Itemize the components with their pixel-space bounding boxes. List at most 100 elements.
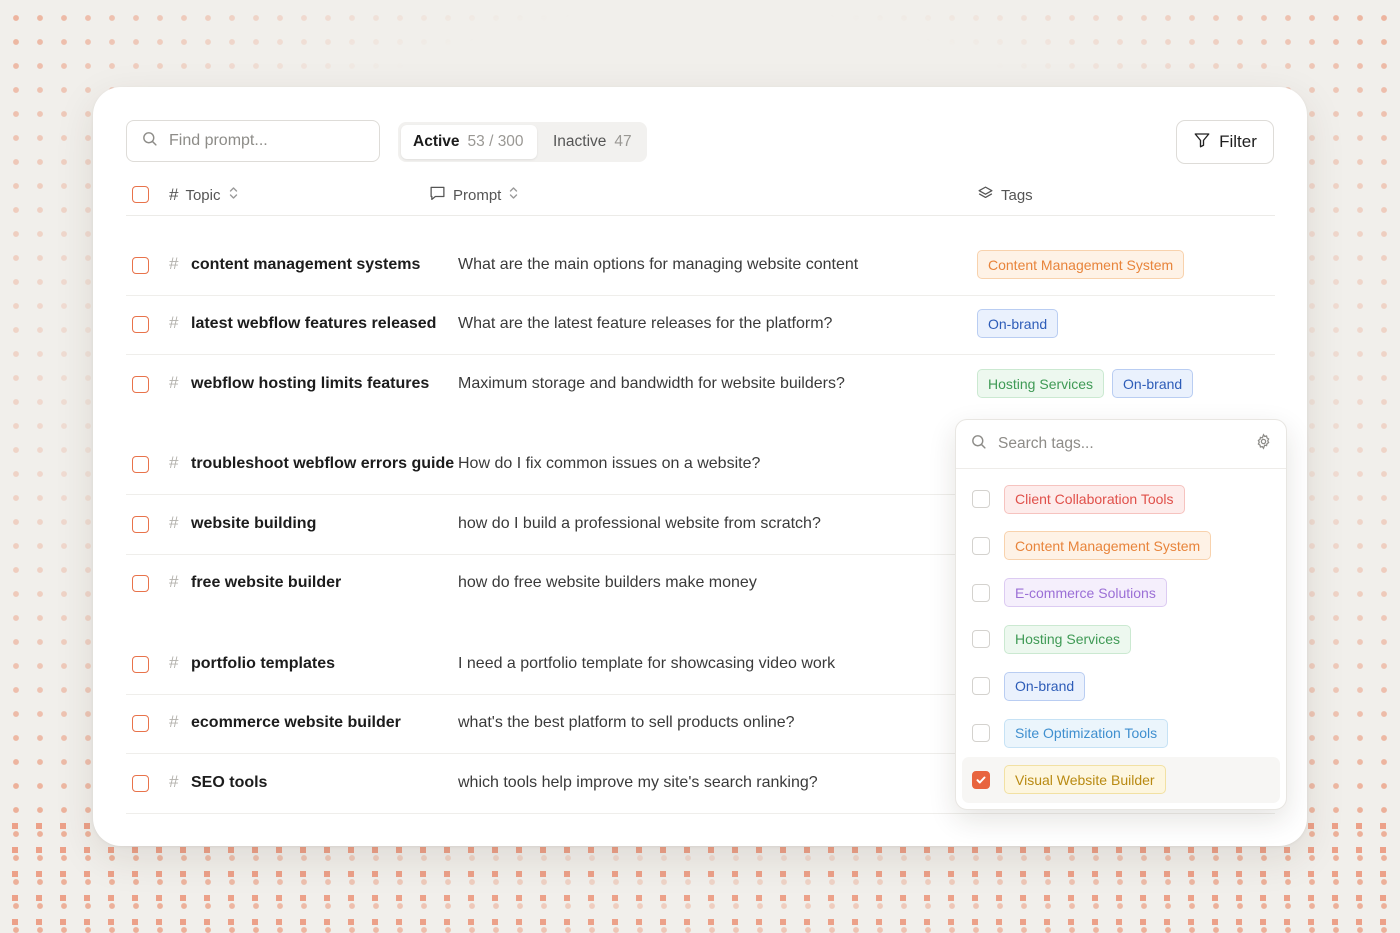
row-topic: webflow hosting limits features [191,375,430,392]
row-prompt: Maximum storage and bandwidth for websit… [458,375,845,392]
layers-icon [977,185,994,206]
hash-icon: # [169,653,179,672]
row-checkbox[interactable] [132,316,149,333]
tag-option[interactable]: Content Management System [962,523,1280,569]
prompt-header-label: Prompt [453,186,502,204]
row-tags: On-brand [977,309,1059,338]
row-prompt: which tools help improve my site's searc… [458,774,818,791]
tag-option-checkbox[interactable] [972,630,990,649]
tag-badge[interactable]: Hosting Services [977,369,1105,398]
tag-option[interactable]: Hosting Services [962,616,1280,662]
row-topic: content management systems [191,256,421,273]
search-input[interactable] [167,131,371,151]
row-checkbox[interactable] [132,516,149,533]
hash-icon: # [169,313,179,332]
tag-option[interactable]: Client Collaboration Tools [962,476,1280,522]
tag-option-label: Visual Website Builder [1004,765,1166,795]
tag-option-checkbox[interactable] [972,677,990,696]
table-row[interactable]: # latest webflow features released What ar… [126,295,1275,355]
search-icon [141,130,158,152]
gear-icon[interactable] [1255,433,1272,455]
tag-badge[interactable]: On-brand [977,309,1059,338]
search-icon [970,433,987,455]
tag-search-box[interactable] [956,420,1286,469]
row-tags: Hosting Services On-brand [977,369,1194,398]
row-prompt: What are the latest feature releases for… [458,315,833,332]
row-topic: latest webflow features released [191,315,437,332]
row-prompt: How do I fix common issues on a website? [458,455,761,472]
tag-option-checkbox[interactable] [972,536,990,555]
tag-option-label: Client Collaboration Tools [1004,484,1185,514]
hash-icon: # [169,254,179,273]
check-icon [976,776,986,784]
row-topic: ecommerce website builder [191,714,401,731]
tags-column-header: Tags [977,179,1033,211]
tag-badge[interactable]: Content Management System [977,250,1185,279]
row-topic: portfolio templates [191,655,336,672]
tab-inactive[interactable]: Inactive 47 [541,125,644,159]
tab-active[interactable]: Active 53 / 300 [401,125,537,159]
tag-option[interactable]: E-commerce Solutions [962,570,1280,616]
topic-column-header[interactable]: # Topic [169,179,239,211]
sort-icon [508,186,519,204]
table-header: # Topic Prompt Tags [126,179,1275,216]
tag-badge[interactable]: On-brand [1112,369,1194,398]
filter-button[interactable]: Filter [1176,120,1274,164]
status-toggle: Active 53 / 300 Inactive 47 [398,122,647,162]
row-checkbox[interactable] [132,715,149,732]
tag-option[interactable]: On-brand [962,663,1280,709]
hash-icon: # [169,772,179,791]
comment-icon [429,185,446,205]
tags-header-label: Tags [1001,186,1033,204]
row-checkbox[interactable] [132,775,149,792]
tag-option[interactable]: Site Optimization Tools [962,710,1280,756]
row-prompt: I need a portfolio template for showcasi… [458,655,836,672]
tab-inactive-count: 47 [614,133,632,150]
hash-icon: # [169,572,179,591]
row-checkbox[interactable] [132,376,149,393]
tab-active-count: 53 / 300 [467,133,524,150]
tag-option-label: On-brand [1004,671,1086,701]
topic-header-label: Topic [185,186,221,204]
row-prompt: how do I build a professional website fr… [458,515,821,532]
prompt-column-header[interactable]: Prompt [429,179,519,211]
tag-option-label: Site Optimization Tools [1004,718,1169,748]
row-checkbox[interactable] [132,575,149,592]
tag-option-label: Hosting Services [1004,624,1132,654]
table-row[interactable]: # content management systems What are the … [126,236,1275,296]
table-row[interactable]: # webflow hosting limits features Maximum … [126,355,1275,414]
row-tags: Content Management System [977,250,1185,279]
tab-inactive-label: Inactive [553,133,607,150]
prompts-panel: Active 53 / 300 Inactive 47 Filter # Top… [93,87,1307,846]
tab-active-label: Active [413,133,460,150]
tag-option[interactable]: Visual Website Builder [962,756,1280,803]
row-checkbox[interactable] [132,456,149,473]
tag-dropdown: Client Collaboration Tools Content Manage… [955,419,1287,810]
row-topic: troubleshoot webflow errors guide [191,455,455,472]
row-prompt: how do free website builders make money [458,574,757,591]
row-topic: SEO tools [191,774,268,791]
row-topic: website building [191,515,317,532]
tag-option-checkbox[interactable] [972,490,990,508]
tag-option-label: Content Management System [1004,531,1212,561]
select-all-checkbox[interactable] [132,186,149,203]
row-checkbox[interactable] [132,257,149,274]
filter-label: Filter [1219,132,1257,151]
filter-icon [1193,131,1211,154]
row-prompt: what's the best platform to sell product… [458,714,795,731]
row-topic: free website builder [191,574,342,591]
tag-option-checkbox[interactable] [972,724,990,742]
hash-icon: # [169,373,179,392]
hash-icon: # [169,712,179,731]
sort-icon [228,186,239,204]
row-checkbox[interactable] [132,656,149,673]
row-prompt: What are the main options for managing w… [458,256,859,273]
tag-option-label: E-commerce Solutions [1004,578,1167,608]
tag-option-checkbox[interactable] [972,583,990,602]
tag-option-checkbox[interactable] [972,770,990,789]
search-box[interactable] [126,120,380,162]
tag-search-input[interactable] [996,434,1246,454]
hash-icon: # [169,513,179,532]
hash-icon: # [169,185,179,204]
hash-icon: # [169,453,179,472]
